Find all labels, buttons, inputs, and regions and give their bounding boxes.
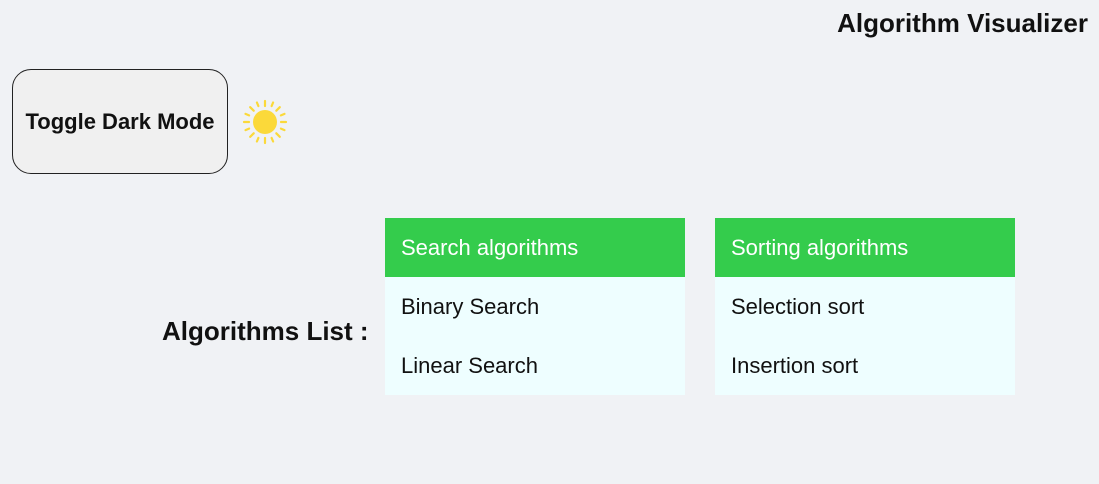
search-algorithms-menu: Search algorithms Binary Search Linear S… (385, 218, 685, 395)
linear-search-item[interactable]: Linear Search (385, 336, 685, 395)
selection-sort-item[interactable]: Selection sort (715, 277, 1015, 336)
search-algorithms-header[interactable]: Search algorithms (385, 218, 685, 277)
toggle-dark-mode-button[interactable]: Toggle Dark Mode (12, 69, 228, 174)
sun-icon (242, 99, 288, 145)
binary-search-item[interactable]: Binary Search (385, 277, 685, 336)
sorting-algorithms-header[interactable]: Sorting algorithms (715, 218, 1015, 277)
sorting-algorithms-menu: Sorting algorithms Selection sort Insert… (715, 218, 1015, 395)
page-title: Algorithm Visualizer (837, 8, 1088, 38)
algorithms-list-label: Algorithms List : (162, 316, 369, 346)
insertion-sort-item[interactable]: Insertion sort (715, 336, 1015, 395)
